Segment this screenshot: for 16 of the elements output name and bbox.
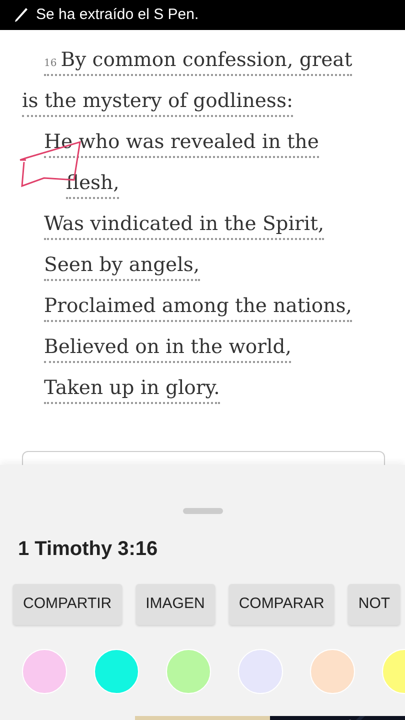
verse-text[interactable]: Taken up in glory. (44, 376, 220, 404)
verse-reference: 1 Timothy 3:16 (18, 537, 159, 562)
verse-text[interactable]: Was vindicated in the Spirit, (44, 212, 324, 240)
notification-text: Se ha extraído el S Pen. (36, 4, 199, 25)
verse-number: 16 (44, 58, 57, 69)
verse-text[interactable]: is the mystery of godliness: (22, 89, 294, 117)
verse-text[interactable]: He who was revealed in the (44, 130, 319, 158)
verse-text[interactable]: Believed on in the world, (44, 335, 292, 363)
verse-text[interactable]: flesh, (66, 171, 120, 199)
action-button[interactable]: NOT (348, 584, 400, 625)
verse-text[interactable]: Proclaimed among the nations, (44, 294, 352, 322)
action-button[interactable]: COMPARAR (228, 584, 334, 625)
action-button[interactable]: COMPARTIR (13, 584, 122, 625)
verse-text[interactable]: Seen by angels, (44, 253, 200, 281)
verse-text: By common confession, great (60, 48, 352, 71)
action-button[interactable]: IMAGEN (136, 584, 215, 625)
